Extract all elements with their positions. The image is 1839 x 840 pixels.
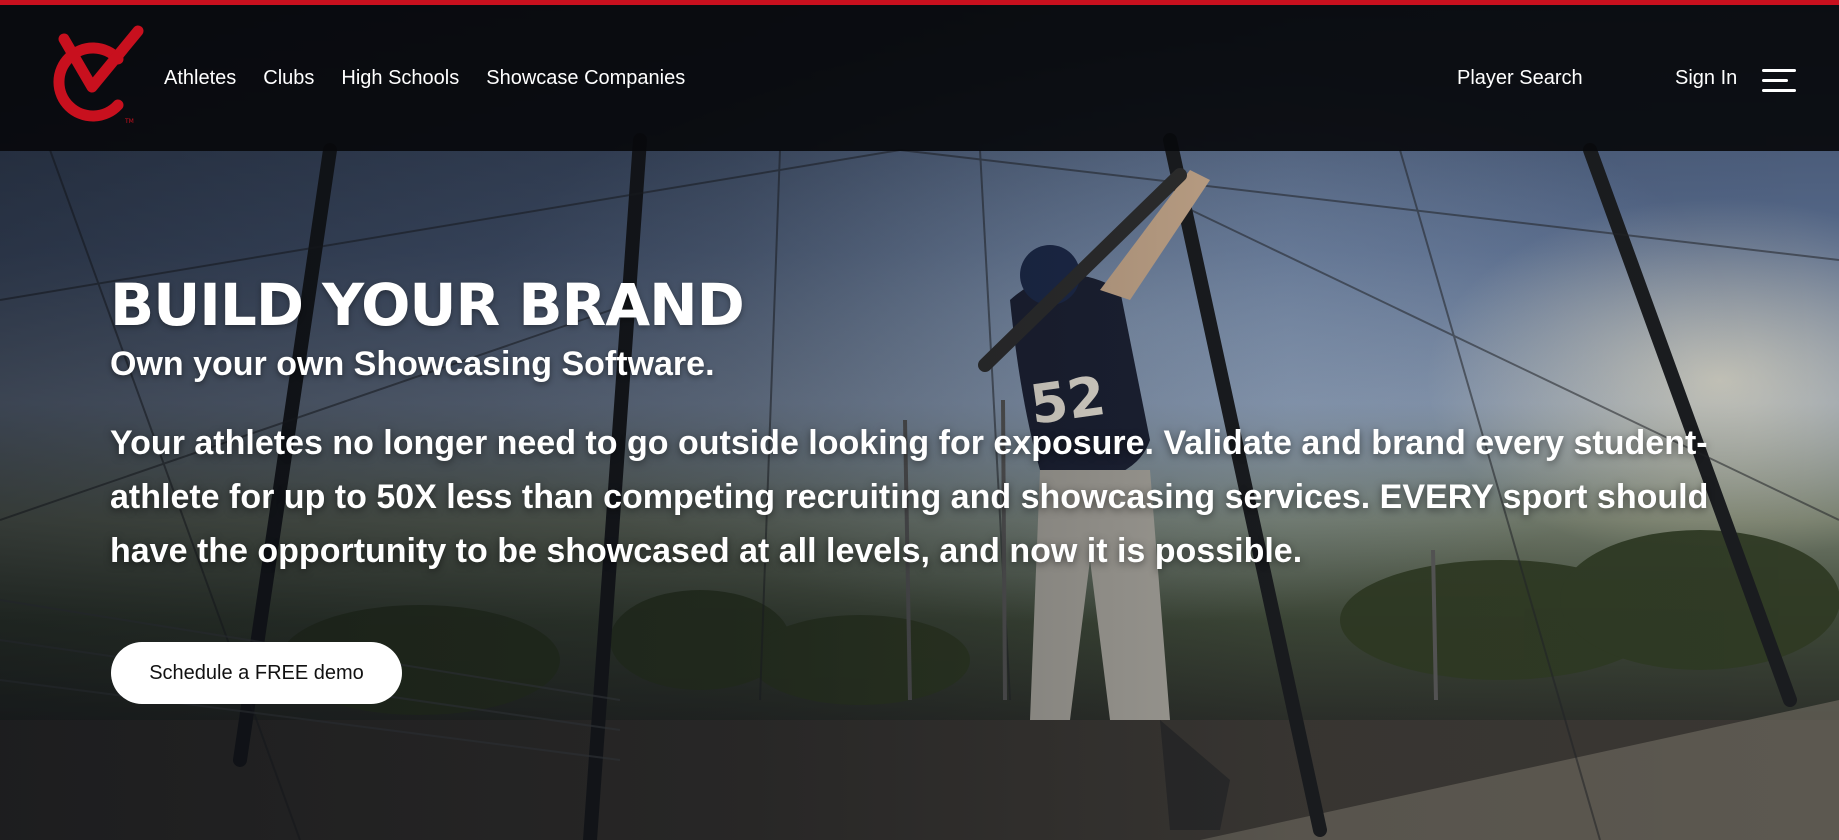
sign-in-link[interactable]: Sign In xyxy=(1675,67,1737,90)
hero-section: BUILD YOUR BRAND Own your own Showcasing… xyxy=(110,270,1750,578)
accent-stripe xyxy=(0,0,1839,5)
hero-title: BUILD YOUR BRAND xyxy=(110,271,745,339)
hero-description: Your athletes no longer need to go outsi… xyxy=(110,424,1709,570)
player-search-link[interactable]: Player Search xyxy=(1457,67,1583,90)
site-header: TM Athletes Clubs High Schools Showcase … xyxy=(0,5,1839,151)
main-nav: Athletes Clubs High Schools Showcase Com… xyxy=(164,67,685,90)
svg-text:TM: TM xyxy=(124,118,134,125)
hamburger-menu-icon[interactable] xyxy=(1762,69,1796,93)
nav-link-athletes[interactable]: Athletes xyxy=(164,67,236,90)
schedule-demo-button[interactable]: Schedule a FREE demo xyxy=(111,642,402,704)
vc-logo-icon[interactable]: TM xyxy=(52,25,144,125)
nav-link-clubs[interactable]: Clubs xyxy=(263,67,314,90)
nav-link-showcase-companies[interactable]: Showcase Companies xyxy=(486,67,685,90)
hero-subtitle: Own your own Showcasing Software. xyxy=(110,345,715,383)
nav-link-high-schools[interactable]: High Schools xyxy=(341,67,459,90)
